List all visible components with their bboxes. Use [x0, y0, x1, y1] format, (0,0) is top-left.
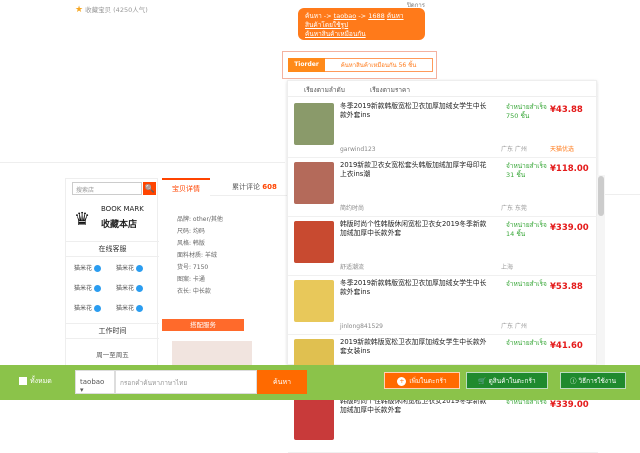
- service-contact[interactable]: 猫米花: [116, 283, 144, 292]
- service-tab[interactable]: 搭配服务: [162, 319, 244, 331]
- bottom-toolbar: ทั้งหมด taobao ▾ กรอกคำค้นหาภาษาไทย ค้นห…: [0, 365, 640, 400]
- price: ¥118.00: [550, 164, 589, 174]
- seller-name: 舒适潮流: [340, 264, 365, 271]
- star-icon: ★: [75, 5, 84, 15]
- badge: 天猫优选: [550, 146, 575, 153]
- price: ¥43.88: [550, 105, 583, 115]
- tiorder-message[interactable]: ค้นหาสินค้าเหมือนกัน 56 ชิ้น: [325, 58, 433, 72]
- crown-icon: ♛: [74, 209, 91, 230]
- result-row[interactable]: 冬季2019新款韩版宽松卫衣加厚加绒女学生中长款外套ins jinlong8415…: [288, 276, 598, 335]
- search-popup: ปิดการแจ้ง ค้นหา -> taobao -> 1688 ค้นหา…: [287, 0, 435, 47]
- chat-icon: [94, 285, 102, 292]
- chat-icon: [136, 265, 144, 272]
- sales-count: จำหน่ายสำเร็จ: [506, 339, 547, 347]
- price: ¥53.88: [550, 282, 583, 292]
- attribute: 图案: 卡通: [177, 276, 205, 283]
- seller-name: garwind123: [340, 146, 376, 153]
- product-thumbnail[interactable]: [294, 103, 334, 145]
- popup-box: ค้นหา -> taobao -> 1688 ค้นหาสินค้าโดยใช…: [298, 8, 425, 40]
- link-1688[interactable]: 1688: [368, 12, 385, 20]
- product-info-area: [0, 0, 285, 163]
- chat-icon: [94, 265, 102, 272]
- sales-count: จำหน่ายสำเร็จ: [506, 280, 547, 288]
- result-row[interactable]: 韩版时尚个性韩版休闲宽松卫衣女2019冬季新款加绒加厚中长款外套 จำหน่ายส…: [288, 394, 598, 453]
- product-thumbnail[interactable]: [294, 162, 334, 204]
- price: ¥339.00: [550, 223, 589, 233]
- attribute: 货号: 7150: [177, 264, 209, 271]
- work-days: 周一至周五: [96, 351, 129, 359]
- search-button[interactable]: ค้นหา: [257, 370, 307, 394]
- how-to-use-button[interactable]: ⓘ วิธีการใช้งาน: [560, 372, 626, 389]
- scrollbar-thumb[interactable]: [598, 176, 604, 216]
- search-icon: 🔍: [144, 184, 155, 193]
- service-contact[interactable]: 猫米花: [74, 283, 102, 292]
- attribute: 衣长: 中长款: [177, 288, 211, 295]
- product-title[interactable]: 2019新款韩版宽松卫衣加厚加绒女学生中长款外套女装ins: [340, 338, 490, 355]
- chat-icon: [136, 285, 144, 292]
- favorite-count[interactable]: ★ 收藏宝贝 (4250人气): [75, 4, 148, 15]
- location: 广东 广州: [501, 146, 527, 153]
- attribute: 面料材质: 羊绒: [177, 252, 217, 259]
- price: ¥339.00: [550, 400, 589, 410]
- view-cart-button[interactable]: 🛒 ดูสินค้าในตะกร้า: [466, 372, 548, 389]
- sales-count: จำหน่ายสำเร็จ 31 ชิ้น: [506, 162, 547, 179]
- info-icon: ⓘ: [569, 377, 579, 385]
- product-thumbnail[interactable]: [294, 221, 334, 263]
- sales-count: จำหน่ายสำเร็จ 14 ชิ้น: [506, 221, 547, 238]
- shop-search-button[interactable]: 🔍: [143, 182, 156, 195]
- product-title[interactable]: 2019新款卫衣女宽松套头韩版加绒加厚字母印花上衣ins潮: [340, 161, 490, 178]
- seller-name: jinlong841529: [340, 323, 383, 330]
- product-title[interactable]: 冬季2019新款韩版宽松卫衣加厚加绒女学生中长款外套ins: [340, 279, 490, 296]
- cart-icon: 🛒: [478, 377, 489, 385]
- service-contact[interactable]: 猫米花: [74, 303, 102, 312]
- sales-count: จำหน่ายสำเร็จ 750 ชิ้น: [506, 103, 547, 120]
- shop-search-input[interactable]: 搜索店: [72, 182, 142, 195]
- product-title[interactable]: 冬季2019新款韩版宽松卫衣加厚加绒女学生中长款外套ins: [340, 102, 490, 119]
- attribute: 品牌: other/其他: [177, 216, 223, 223]
- service-contact[interactable]: 猫米花: [116, 303, 144, 312]
- plus-icon: +: [397, 377, 407, 386]
- select-all-checkbox[interactable]: ทั้งหมด: [19, 376, 52, 387]
- chat-icon: [136, 305, 144, 312]
- bookmark-label: BOOK MARK: [101, 205, 144, 213]
- location: 广东 东莞: [501, 205, 527, 212]
- location: 广东 广州: [501, 323, 527, 330]
- tab-reviews[interactable]: 累计评论 608: [232, 182, 277, 192]
- result-row[interactable]: 冬季2019新款韩版宽松卫衣加厚加绒女学生中长款外套ins garwind123 จ…: [288, 99, 598, 158]
- add-to-cart-button[interactable]: + เพิ่มในตะกร้า: [384, 372, 460, 389]
- result-row[interactable]: 韩版时尚个性韩版休闲宽松卫衣女2019冬季新款加绒加厚中长款外套舒适潮流 จำหน…: [288, 217, 598, 276]
- checkbox-icon: [19, 377, 27, 385]
- tab-detail[interactable]: 宝贝详情: [162, 178, 210, 196]
- work-hours-title: 工作时间: [66, 323, 159, 339]
- sort-tabs: เรียงตามลำดับ เรียงตามราคา: [288, 81, 598, 97]
- product-thumbnail[interactable]: [294, 280, 334, 322]
- link-taobao[interactable]: taobao: [334, 12, 357, 20]
- attribute: 尺码: 均码: [177, 228, 205, 235]
- attribute: 风格: 韩版: [177, 240, 205, 247]
- chevron-down-icon: ▾: [80, 386, 84, 394]
- location: 上海: [501, 264, 514, 271]
- thai-search-input[interactable]: กรอกคำค้นหาภาษาไทย: [115, 370, 257, 394]
- product-title[interactable]: 韩版时尚个性韩版休闲宽松卫衣女2019冬季新款加绒加厚中长款外套: [340, 220, 490, 237]
- chat-icon: [94, 305, 102, 312]
- service-contact[interactable]: 猫米花: [74, 263, 102, 272]
- tiorder-logo: Tiorder: [288, 58, 325, 72]
- sort-by-order[interactable]: เรียงตามลำดับ: [304, 85, 345, 95]
- seller-name: 简约时尚: [340, 205, 365, 212]
- source-select[interactable]: taobao ▾: [75, 370, 115, 394]
- service-contact[interactable]: 猫米花: [116, 263, 144, 272]
- shop-favorite-link[interactable]: 收藏本店: [101, 217, 137, 230]
- price: ¥41.60: [550, 341, 583, 351]
- popup-search-label: ค้นหา ->: [305, 12, 334, 20]
- result-row[interactable]: 2019新款卫衣女宽松套头韩版加绒加厚字母印花上衣ins潮简约时尚 จำหน่าย…: [288, 158, 598, 217]
- sort-by-price[interactable]: เรียงตามราคา: [370, 85, 410, 95]
- online-service-title: 在线客服: [66, 241, 159, 257]
- shop-panel: 搜索店 🔍 ♛ BOOK MARK 收藏本店 在线客服 猫米花 猫米花 猫米花 …: [65, 178, 159, 378]
- product-tabs: 宝贝详情 累计评论 608: [162, 178, 287, 196]
- product-thumbnail[interactable]: [294, 398, 334, 440]
- similar-results-panel: เรียงตามลำดับ เรียงตามราคา 冬季2019新款韩版宽松卫…: [287, 80, 598, 453]
- link-search-similar[interactable]: ค้นหาสินค้าเหมือนกัน: [305, 30, 366, 38]
